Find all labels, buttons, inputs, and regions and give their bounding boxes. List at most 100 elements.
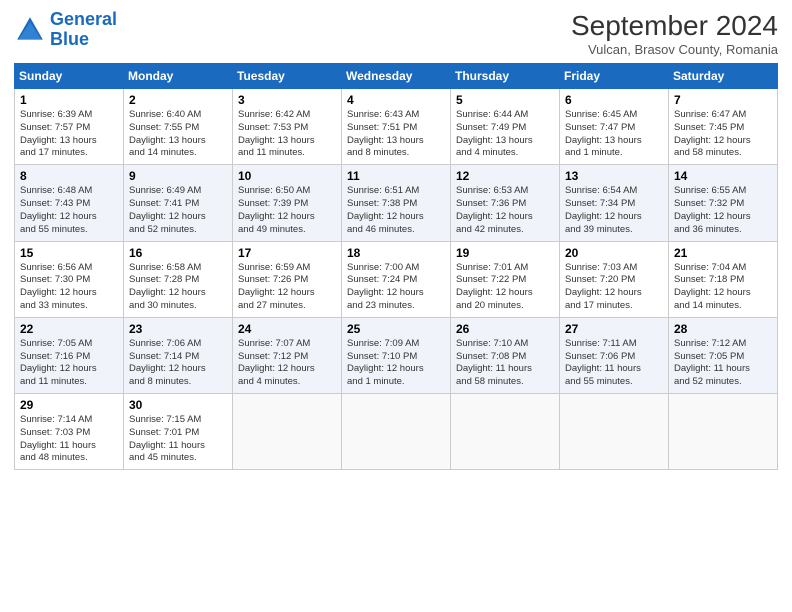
calendar-cell: 6Sunrise: 6:45 AM Sunset: 7:47 PM Daylig… (560, 89, 669, 165)
day-number: 28 (674, 322, 772, 336)
day-info: Sunrise: 6:53 AM Sunset: 7:36 PM Dayligh… (456, 185, 554, 236)
day-number: 11 (347, 169, 445, 183)
day-number: 29 (20, 398, 118, 412)
day-info: Sunrise: 6:43 AM Sunset: 7:51 PM Dayligh… (347, 109, 445, 160)
day-number: 9 (129, 169, 227, 183)
day-info: Sunrise: 7:15 AM Sunset: 7:01 PM Dayligh… (129, 414, 227, 465)
day-info: Sunrise: 6:47 AM Sunset: 7:45 PM Dayligh… (674, 109, 772, 160)
title-block: September 2024 Vulcan, Brasov County, Ro… (571, 10, 778, 57)
day-info: Sunrise: 6:50 AM Sunset: 7:39 PM Dayligh… (238, 185, 336, 236)
location-subtitle: Vulcan, Brasov County, Romania (571, 42, 778, 57)
day-number: 10 (238, 169, 336, 183)
day-info: Sunrise: 7:12 AM Sunset: 7:05 PM Dayligh… (674, 338, 772, 389)
calendar-cell: 24Sunrise: 7:07 AM Sunset: 7:12 PM Dayli… (233, 317, 342, 393)
day-info: Sunrise: 7:04 AM Sunset: 7:18 PM Dayligh… (674, 262, 772, 313)
day-number: 17 (238, 246, 336, 260)
calendar-table: Sunday Monday Tuesday Wednesday Thursday… (14, 63, 778, 470)
calendar-cell: 21Sunrise: 7:04 AM Sunset: 7:18 PM Dayli… (669, 241, 778, 317)
day-number: 18 (347, 246, 445, 260)
day-number: 20 (565, 246, 663, 260)
day-number: 3 (238, 93, 336, 107)
col-wednesday: Wednesday (342, 64, 451, 89)
calendar-cell: 23Sunrise: 7:06 AM Sunset: 7:14 PM Dayli… (124, 317, 233, 393)
calendar-cell: 27 Sunrise: 7:11 AM Sunset: 7:06 PM Dayli… (560, 317, 669, 393)
calendar-cell (669, 394, 778, 470)
day-info: Sunrise: 6:45 AM Sunset: 7:47 PM Dayligh… (565, 109, 663, 160)
day-number: 1 (20, 93, 118, 107)
col-saturday: Saturday (669, 64, 778, 89)
day-number: 4 (347, 93, 445, 107)
calendar-cell: 18Sunrise: 7:00 AM Sunset: 7:24 PM Dayli… (342, 241, 451, 317)
calendar-cell: 20 Sunrise: 7:03 AM Sunset: 7:20 PM Dayli… (560, 241, 669, 317)
month-title: September 2024 (571, 10, 778, 42)
logo: General Blue (14, 10, 117, 50)
week-row-3: 15 Sunrise: 6:56 AM Sunset: 7:30 PM Dayli… (15, 241, 778, 317)
calendar-cell: 3Sunrise: 6:42 AM Sunset: 7:53 PM Daylig… (233, 89, 342, 165)
week-row-1: 1 Sunrise: 6:39 AM Sunset: 7:57 PM Daylig… (15, 89, 778, 165)
col-thursday: Thursday (451, 64, 560, 89)
calendar-cell: 29Sunrise: 7:14 AM Sunset: 7:03 PM Dayli… (15, 394, 124, 470)
day-info: Sunrise: 6:58 AM Sunset: 7:28 PM Dayligh… (129, 262, 227, 313)
week-row-2: 8 Sunrise: 6:48 AM Sunset: 7:43 PM Daylig… (15, 165, 778, 241)
day-number: 24 (238, 322, 336, 336)
day-number: 26 (456, 322, 554, 336)
col-sunday: Sunday (15, 64, 124, 89)
logo-icon (14, 14, 46, 46)
calendar-cell: 25 Sunrise: 7:09 AM Sunset: 7:10 PM Dayli… (342, 317, 451, 393)
day-info: Sunrise: 6:54 AM Sunset: 7:34 PM Dayligh… (565, 185, 663, 236)
calendar-cell: 8 Sunrise: 6:48 AM Sunset: 7:43 PM Daylig… (15, 165, 124, 241)
calendar-cell: 2 Sunrise: 6:40 AM Sunset: 7:55 PM Daylig… (124, 89, 233, 165)
day-number: 25 (347, 322, 445, 336)
week-row-4: 22Sunrise: 7:05 AM Sunset: 7:16 PM Dayli… (15, 317, 778, 393)
calendar-cell: 17Sunrise: 6:59 AM Sunset: 7:26 PM Dayli… (233, 241, 342, 317)
col-friday: Friday (560, 64, 669, 89)
calendar-cell: 16 Sunrise: 6:58 AM Sunset: 7:28 PM Dayli… (124, 241, 233, 317)
week-row-5: 29Sunrise: 7:14 AM Sunset: 7:03 PM Dayli… (15, 394, 778, 470)
page-container: General Blue September 2024 Vulcan, Bras… (0, 0, 792, 480)
calendar-cell: 11 Sunrise: 6:51 AM Sunset: 7:38 PM Dayli… (342, 165, 451, 241)
logo-line1: General (50, 9, 117, 29)
day-number: 7 (674, 93, 772, 107)
day-info: Sunrise: 6:56 AM Sunset: 7:30 PM Dayligh… (20, 262, 118, 313)
day-info: Sunrise: 6:44 AM Sunset: 7:49 PM Dayligh… (456, 109, 554, 160)
col-tuesday: Tuesday (233, 64, 342, 89)
day-info: Sunrise: 6:39 AM Sunset: 7:57 PM Dayligh… (20, 109, 118, 160)
day-number: 5 (456, 93, 554, 107)
calendar-cell: 10 Sunrise: 6:50 AM Sunset: 7:39 PM Dayli… (233, 165, 342, 241)
day-info: Sunrise: 7:11 AM Sunset: 7:06 PM Dayligh… (565, 338, 663, 389)
calendar-cell (342, 394, 451, 470)
day-number: 27 (565, 322, 663, 336)
day-info: Sunrise: 6:51 AM Sunset: 7:38 PM Dayligh… (347, 185, 445, 236)
day-info: Sunrise: 7:01 AM Sunset: 7:22 PM Dayligh… (456, 262, 554, 313)
calendar-cell: 7 Sunrise: 6:47 AM Sunset: 7:45 PM Daylig… (669, 89, 778, 165)
day-info: Sunrise: 7:10 AM Sunset: 7:08 PM Dayligh… (456, 338, 554, 389)
day-number: 16 (129, 246, 227, 260)
day-info: Sunrise: 7:09 AM Sunset: 7:10 PM Dayligh… (347, 338, 445, 389)
day-info: Sunrise: 7:03 AM Sunset: 7:20 PM Dayligh… (565, 262, 663, 313)
calendar-cell: 5 Sunrise: 6:44 AM Sunset: 7:49 PM Daylig… (451, 89, 560, 165)
day-number: 15 (20, 246, 118, 260)
calendar-cell (451, 394, 560, 470)
col-monday: Monday (124, 64, 233, 89)
calendar-cell: 1 Sunrise: 6:39 AM Sunset: 7:57 PM Daylig… (15, 89, 124, 165)
day-info: Sunrise: 6:40 AM Sunset: 7:55 PM Dayligh… (129, 109, 227, 160)
calendar-cell: 15 Sunrise: 6:56 AM Sunset: 7:30 PM Dayli… (15, 241, 124, 317)
header: General Blue September 2024 Vulcan, Bras… (14, 10, 778, 57)
calendar-cell: 9Sunrise: 6:49 AM Sunset: 7:41 PM Daylig… (124, 165, 233, 241)
day-info: Sunrise: 6:55 AM Sunset: 7:32 PM Dayligh… (674, 185, 772, 236)
calendar-cell: 19Sunrise: 7:01 AM Sunset: 7:22 PM Dayli… (451, 241, 560, 317)
day-number: 8 (20, 169, 118, 183)
logo-line2: Blue (50, 29, 89, 49)
day-number: 23 (129, 322, 227, 336)
calendar-cell (233, 394, 342, 470)
logo-text: General Blue (50, 10, 117, 50)
calendar-cell: 22Sunrise: 7:05 AM Sunset: 7:16 PM Dayli… (15, 317, 124, 393)
day-info: Sunrise: 7:05 AM Sunset: 7:16 PM Dayligh… (20, 338, 118, 389)
day-number: 12 (456, 169, 554, 183)
day-info: Sunrise: 6:48 AM Sunset: 7:43 PM Dayligh… (20, 185, 118, 236)
day-number: 2 (129, 93, 227, 107)
day-number: 30 (129, 398, 227, 412)
day-number: 13 (565, 169, 663, 183)
calendar-cell (560, 394, 669, 470)
calendar-cell: 14Sunrise: 6:55 AM Sunset: 7:32 PM Dayli… (669, 165, 778, 241)
